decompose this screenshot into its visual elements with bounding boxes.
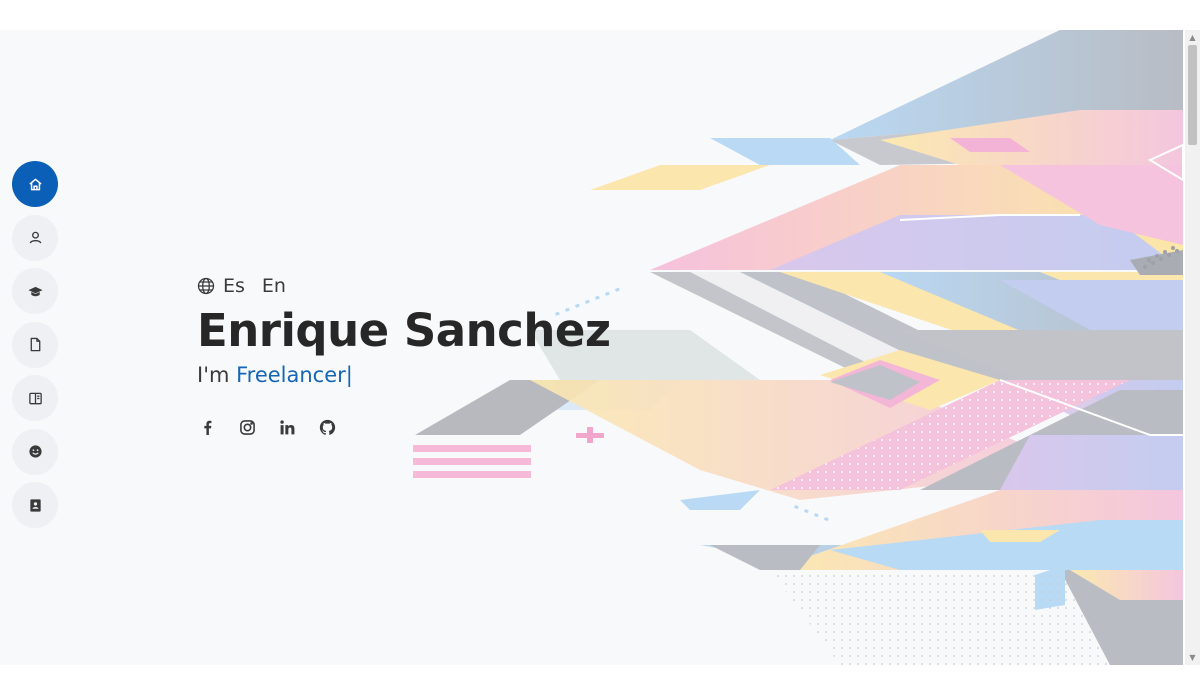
nav-portfolio-button[interactable] bbox=[12, 375, 58, 421]
file-icon bbox=[30, 337, 40, 352]
typing-cursor: | bbox=[345, 363, 353, 387]
scroll-down-arrow-icon[interactable]: ▼ bbox=[1185, 650, 1200, 665]
instagram-icon bbox=[239, 419, 255, 435]
social-links bbox=[197, 417, 717, 437]
nav-education-button[interactable] bbox=[12, 268, 58, 314]
nav-contact-button[interactable] bbox=[12, 482, 58, 528]
nav-home-button[interactable] bbox=[12, 161, 58, 207]
nav-about-button[interactable] bbox=[12, 214, 58, 261]
home-icon bbox=[28, 178, 42, 190]
user-icon bbox=[29, 231, 41, 244]
scroll-up-arrow-icon[interactable]: ▲ bbox=[1185, 30, 1200, 45]
page-viewport: Es En Enrique Sanchez I'm Freelancer| bbox=[0, 30, 1183, 665]
github-icon bbox=[319, 419, 335, 435]
hero-section: Es En Enrique Sanchez I'm Freelancer| bbox=[197, 273, 717, 437]
role-typed-text: Freelancer bbox=[236, 363, 346, 387]
vertical-scrollbar[interactable]: ▲ ▼ bbox=[1185, 30, 1200, 665]
globe-icon bbox=[197, 277, 215, 295]
linkedin-icon bbox=[279, 419, 294, 434]
hero-name-heading: Enrique Sanchez bbox=[197, 304, 611, 357]
facebook-icon bbox=[203, 420, 211, 435]
scrollbar-thumb[interactable] bbox=[1188, 45, 1197, 145]
nav-hobbies-button[interactable] bbox=[12, 428, 58, 475]
instagram-link[interactable] bbox=[237, 417, 257, 437]
hero-role-line: I'm Freelancer| bbox=[197, 361, 717, 389]
side-navigation bbox=[12, 161, 60, 536]
contact-book-icon bbox=[29, 498, 41, 512]
language-es-link[interactable]: Es bbox=[223, 275, 245, 297]
smile-icon bbox=[28, 445, 42, 458]
github-link[interactable] bbox=[317, 417, 337, 437]
linkedin-link[interactable] bbox=[277, 417, 297, 437]
facebook-link[interactable] bbox=[197, 417, 217, 437]
graduation-cap-icon bbox=[27, 286, 43, 296]
language-switcher: Es En bbox=[197, 273, 717, 299]
role-prefix: I'm bbox=[197, 363, 237, 387]
language-en-link[interactable]: En bbox=[262, 275, 286, 297]
nav-resume-button[interactable] bbox=[12, 321, 58, 368]
book-icon bbox=[28, 392, 42, 404]
